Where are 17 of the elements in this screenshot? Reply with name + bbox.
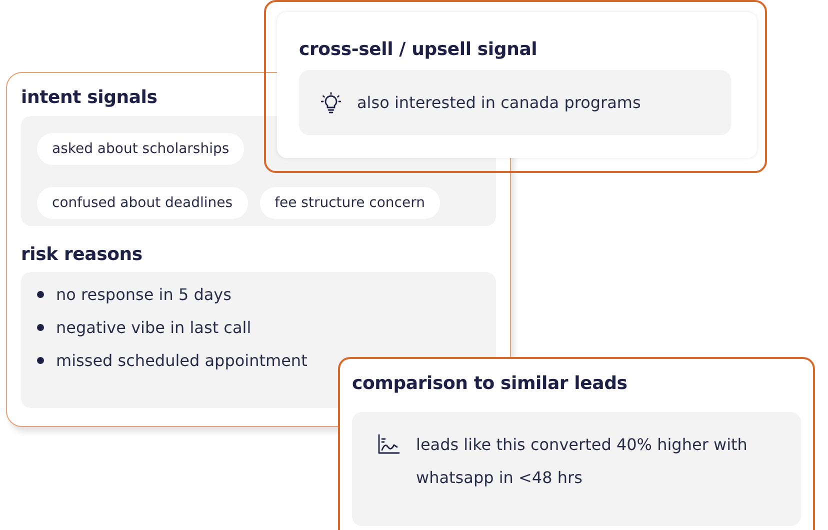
tag: fee structure concern (260, 187, 440, 219)
bullet-icon (37, 357, 44, 364)
lightbulb-icon (321, 92, 341, 114)
bullet-icon (37, 291, 44, 298)
risk-item: missed scheduled appointment (56, 351, 308, 370)
section-heading: risk reasons (21, 244, 142, 265)
section-heading: intent signals (21, 87, 158, 108)
risk-item: no response in 5 days (56, 285, 232, 304)
line-chart-icon (378, 434, 400, 454)
card-heading: cross-sell / upsell signal (299, 39, 538, 60)
signal-text: also interested in canada programs (357, 92, 641, 114)
insight-text: leads like this converted 40% higher with whatsapp in <48 hrs (416, 434, 748, 489)
card-heading: comparison to similar leads (352, 373, 628, 394)
risk-item: negative vibe in last call (56, 318, 252, 337)
tag: asked about scholarships (37, 133, 244, 165)
bullet-icon (37, 324, 44, 331)
tag: confused about deadlines (37, 187, 248, 219)
